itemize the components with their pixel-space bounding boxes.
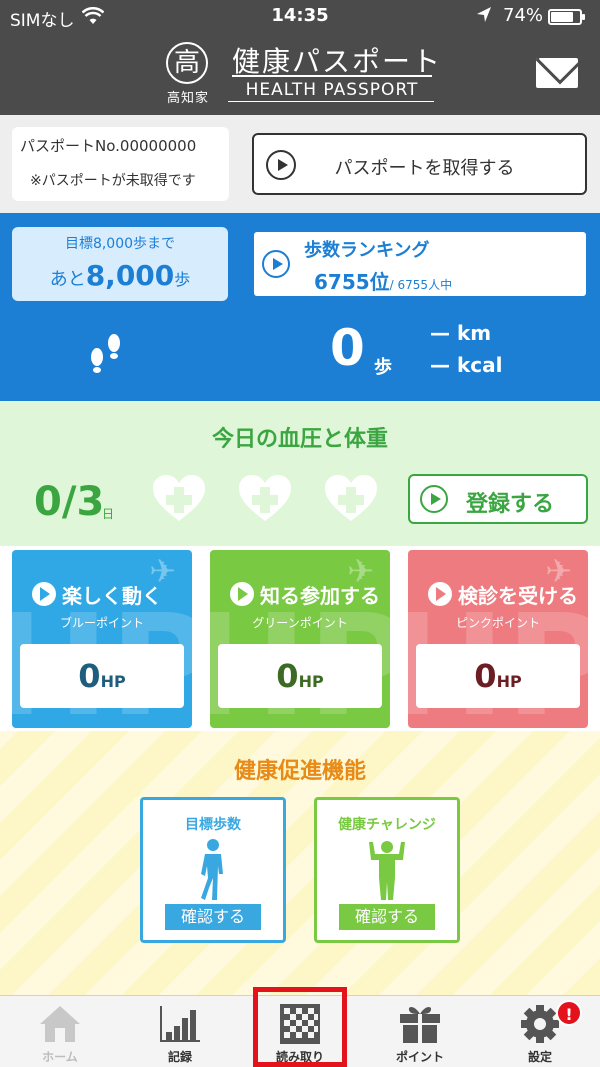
ranking-position: 6755位 [314,270,390,294]
point-value-box: 0HP [416,644,580,708]
battery-percent: 74% [503,5,544,26]
ranking-total: / 6755人中 [389,278,453,292]
card-subtitle: ブルーポイント [59,616,144,630]
pink-point-card[interactable]: ✈ HP 検診を受ける ピンクポイント 0HP [408,550,588,728]
passport-number: パスポートNo.00000000 [20,137,197,155]
play-circle-icon [262,250,290,278]
home-icon [40,1006,80,1042]
passport-info: パスポートNo.00000000 ※パスポートが未取得です [12,127,229,201]
point-value: 0 [78,657,101,695]
point-unit: HP [496,672,522,691]
heart-plus-icon [239,475,291,521]
point-unit: HP [100,672,126,691]
tab-label: 設定 [527,1050,552,1064]
play-circle-icon [230,582,254,606]
goal-unit: 歩 [174,270,191,289]
notification-badge: ! [556,1000,582,1026]
footprints-icon [91,334,120,373]
goal-prefix: あと [49,269,86,290]
app-title: 健康パスポート [232,45,443,78]
tab-points[interactable]: ポイント [360,996,480,1067]
progress-unit: 日 [102,507,115,521]
steps-section: 目標8,000歩まで あと8,000歩 歩数ランキング 6755位/ 6755人… [0,213,600,401]
health-features-section: 健康促進機能 目標歩数 確認する 健康チャレンジ 確認する [0,731,600,995]
logo-caption: 高知家 [166,91,209,106]
status-bar: SIMなし 14:35 74% [0,0,600,32]
point-value: 0 [474,657,497,695]
point-value-box: 0HP [218,644,382,708]
health-challenge-card[interactable]: 健康チャレンジ 確認する [314,797,460,943]
heart-plus-icon [325,475,377,521]
feature-title: 健康チャレンジ [338,817,436,833]
walking-person-icon [201,839,223,900]
card-subtitle: ピンクポイント [455,616,540,630]
step-goal-remaining: あと8,000歩 [12,259,228,292]
tab-label: 記録 [167,1050,192,1064]
passport-note: ※パスポートが未取得です [30,173,196,189]
blood-pressure-title: 今日の血圧と体重 [211,427,388,452]
play-circle-icon [428,582,452,606]
tab-home[interactable]: ホーム [0,996,120,1067]
point-value: 0 [276,657,299,695]
tab-label: ポイント [395,1050,444,1064]
health-features-title: 健康促進機能 [233,759,366,784]
step-count-unit: 歩 [374,357,392,378]
blue-point-card[interactable]: ✈ HP 楽しく動く ブルーポイント 0HP [12,550,192,728]
scan-tab-highlight [253,987,347,1067]
get-passport-label: パスポートを取得する [334,158,515,179]
ranking-title: 歩数ランキング [304,240,430,261]
ranking-value: 6755位/ 6755人中 [314,266,452,295]
location-arrow-icon [477,7,491,22]
confirm-button[interactable]: 確認する [165,904,261,930]
get-passport-button[interactable]: パスポートを取得する [252,133,587,195]
kochi-logo: 高 [166,42,208,84]
confirm-button[interactable]: 確認する [339,904,435,930]
play-circle-icon [32,582,56,606]
gift-icon [400,1007,440,1043]
point-cards: ✈ HP 楽しく動く ブルーポイント 0HP ✈ HP 知る参加する グリーンポ… [0,546,600,731]
feature-title: 目標歩数 [185,817,241,833]
step-ranking-button[interactable]: 歩数ランキング 6755位/ 6755人中 [254,232,586,296]
tab-label: ホーム [42,1050,78,1064]
target-steps-card[interactable]: 目標歩数 確認する [140,797,286,943]
bar-chart-icon [160,1006,200,1042]
register-button[interactable]: 登録する [408,474,588,524]
card-subtitle: グリーンポイント [252,616,348,630]
flexing-person-icon [369,841,405,900]
app-subtitle: HEALTH PASSPORT [245,80,419,100]
point-unit: HP [298,672,324,691]
mail-icon[interactable] [536,58,578,88]
card-title: 楽しく動く [62,584,162,608]
card-title: 知る参加する [260,584,380,608]
title-divider [232,75,432,77]
tab-settings[interactable]: 設定 [480,996,600,1067]
register-label: 登録する [466,492,555,517]
step-goal-box: 目標8,000歩まで あと8,000歩 [12,227,228,301]
subtitle-underline [228,101,434,102]
heart-plus-icon [153,475,205,521]
step-count: 0 [330,319,365,377]
blood-pressure-section: 今日の血圧と体重 0/3 日 登録する [0,401,600,546]
blood-pressure-progress: 0/3 [34,479,105,525]
green-point-card[interactable]: ✈ HP 知る参加する グリーンポイント 0HP [210,550,390,728]
calories-value: — kcal [430,353,503,377]
tab-records[interactable]: 記録 [120,996,240,1067]
card-title: 検診を受ける [458,584,578,608]
step-goal-label: 目標8,000歩まで [64,236,176,252]
play-circle-icon [420,485,448,513]
passport-section: パスポートNo.00000000 ※パスポートが未取得です パスポートを取得する [0,115,600,213]
goal-remaining-value: 8,000 [85,259,175,292]
app-header: SIMなし 14:35 74% 高 高知家 健康パスポート HEALTH PAS… [0,0,600,115]
distance-value: — km [430,321,492,345]
point-value-box: 0HP [20,644,184,708]
battery-icon [548,9,585,25]
